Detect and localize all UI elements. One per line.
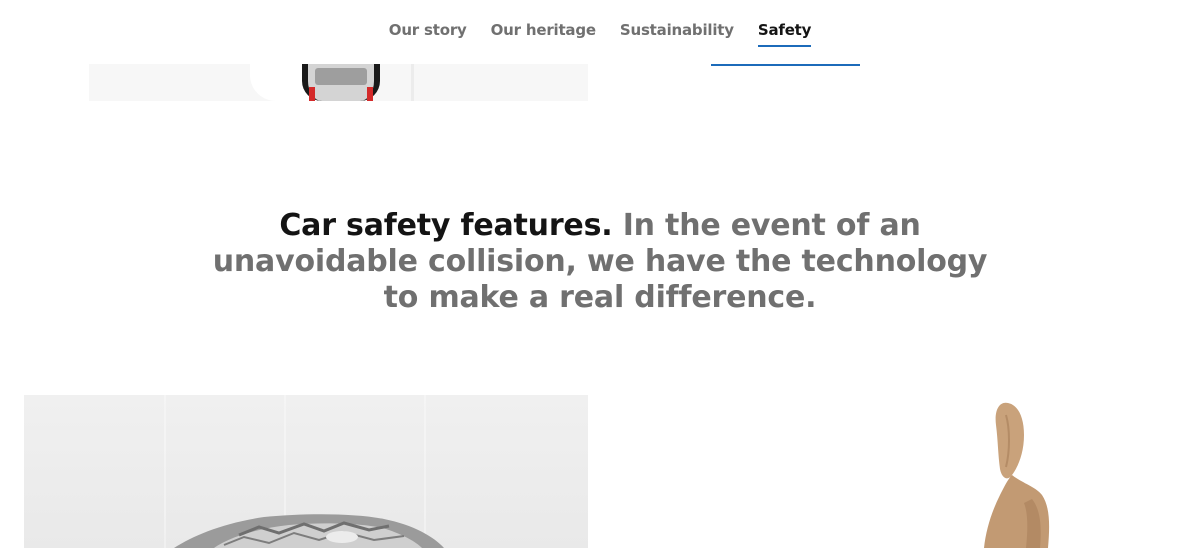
- car-tail-light-right: [367, 87, 373, 101]
- image-divider-line: [411, 64, 414, 101]
- seat-graphic: [984, 402, 1050, 548]
- car-seat-image: [612, 395, 1176, 548]
- crash-test-car-image: [24, 395, 588, 548]
- tab-sustainability[interactable]: Sustainability: [620, 21, 734, 47]
- safety-features-heading: Car safety features. In the event of an …: [200, 208, 1000, 316]
- section-nav: Our story Our heritage Sustainability Sa…: [0, 0, 1200, 64]
- cta-button-edge[interactable]: [711, 64, 860, 66]
- tab-safety[interactable]: Safety: [757, 21, 811, 47]
- tab-our-story[interactable]: Our story: [389, 21, 467, 47]
- car-rear-window: [315, 68, 367, 85]
- heading-lead: Car safety features.: [279, 208, 613, 243]
- crashed-car-roof-graphic: [174, 514, 444, 548]
- car-tail-light-left: [309, 87, 315, 101]
- tab-our-heritage[interactable]: Our heritage: [491, 21, 596, 47]
- nav-tabs: Our story Our heritage Sustainability Sa…: [389, 21, 811, 47]
- car-top-view-image: [89, 64, 588, 101]
